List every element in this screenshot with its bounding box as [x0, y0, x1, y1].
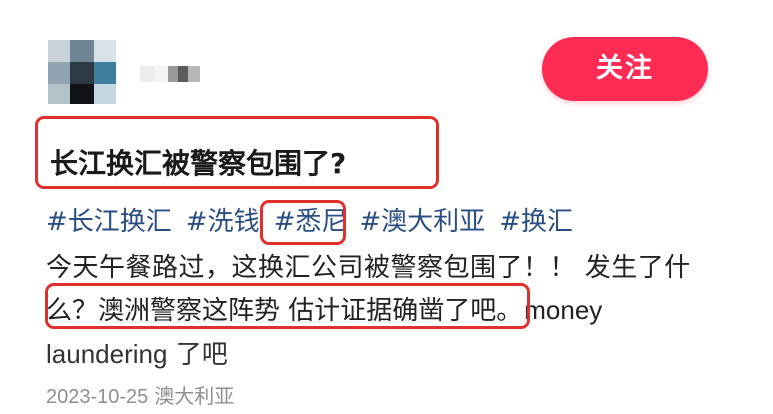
- post-body-text: 了吧: [167, 340, 228, 370]
- avatar-pixel: [70, 62, 94, 84]
- username-pixel: [178, 66, 188, 82]
- hashtag-link[interactable]: #洗钱: [186, 207, 260, 237]
- post-body-line: 今天午餐路过，这换汇公司被警察包围了！！ 发生了什: [46, 253, 691, 283]
- hashtag-link[interactable]: #澳大利亚: [359, 207, 485, 237]
- follow-button[interactable]: 关注: [542, 37, 708, 101]
- post-body-line: laundering 了吧: [46, 334, 228, 371]
- avatar[interactable]: [48, 40, 116, 104]
- highlight-box-sentence: [45, 283, 530, 329]
- post-date: 2023-10-25: [46, 386, 149, 408]
- post-body-text: money: [524, 295, 603, 325]
- username-pixel: [154, 66, 168, 82]
- post-body-text: laundering: [46, 339, 168, 369]
- avatar-pixel: [70, 84, 94, 104]
- post-location: 澳大利亚: [154, 384, 235, 408]
- username-pixel: [140, 66, 154, 82]
- hashtag-link[interactable]: #换汇: [499, 207, 573, 237]
- username-pixel: [168, 66, 178, 82]
- avatar-pixel: [94, 40, 116, 62]
- avatar-pixel: [70, 40, 94, 62]
- username-pixel: [188, 66, 200, 82]
- avatar-pixel: [48, 62, 70, 84]
- avatar-pixel: [48, 84, 70, 104]
- avatar-pixel: [94, 62, 116, 84]
- avatar-pixel: [94, 84, 116, 104]
- highlight-box-hashtag: [260, 200, 346, 245]
- post-meta: 2023-10-25 澳大利亚: [46, 380, 234, 409]
- username[interactable]: [140, 64, 204, 84]
- avatar-pixel: [48, 40, 70, 62]
- hashtag-link[interactable]: #长江换汇: [46, 207, 172, 237]
- highlight-box-title: [35, 116, 439, 189]
